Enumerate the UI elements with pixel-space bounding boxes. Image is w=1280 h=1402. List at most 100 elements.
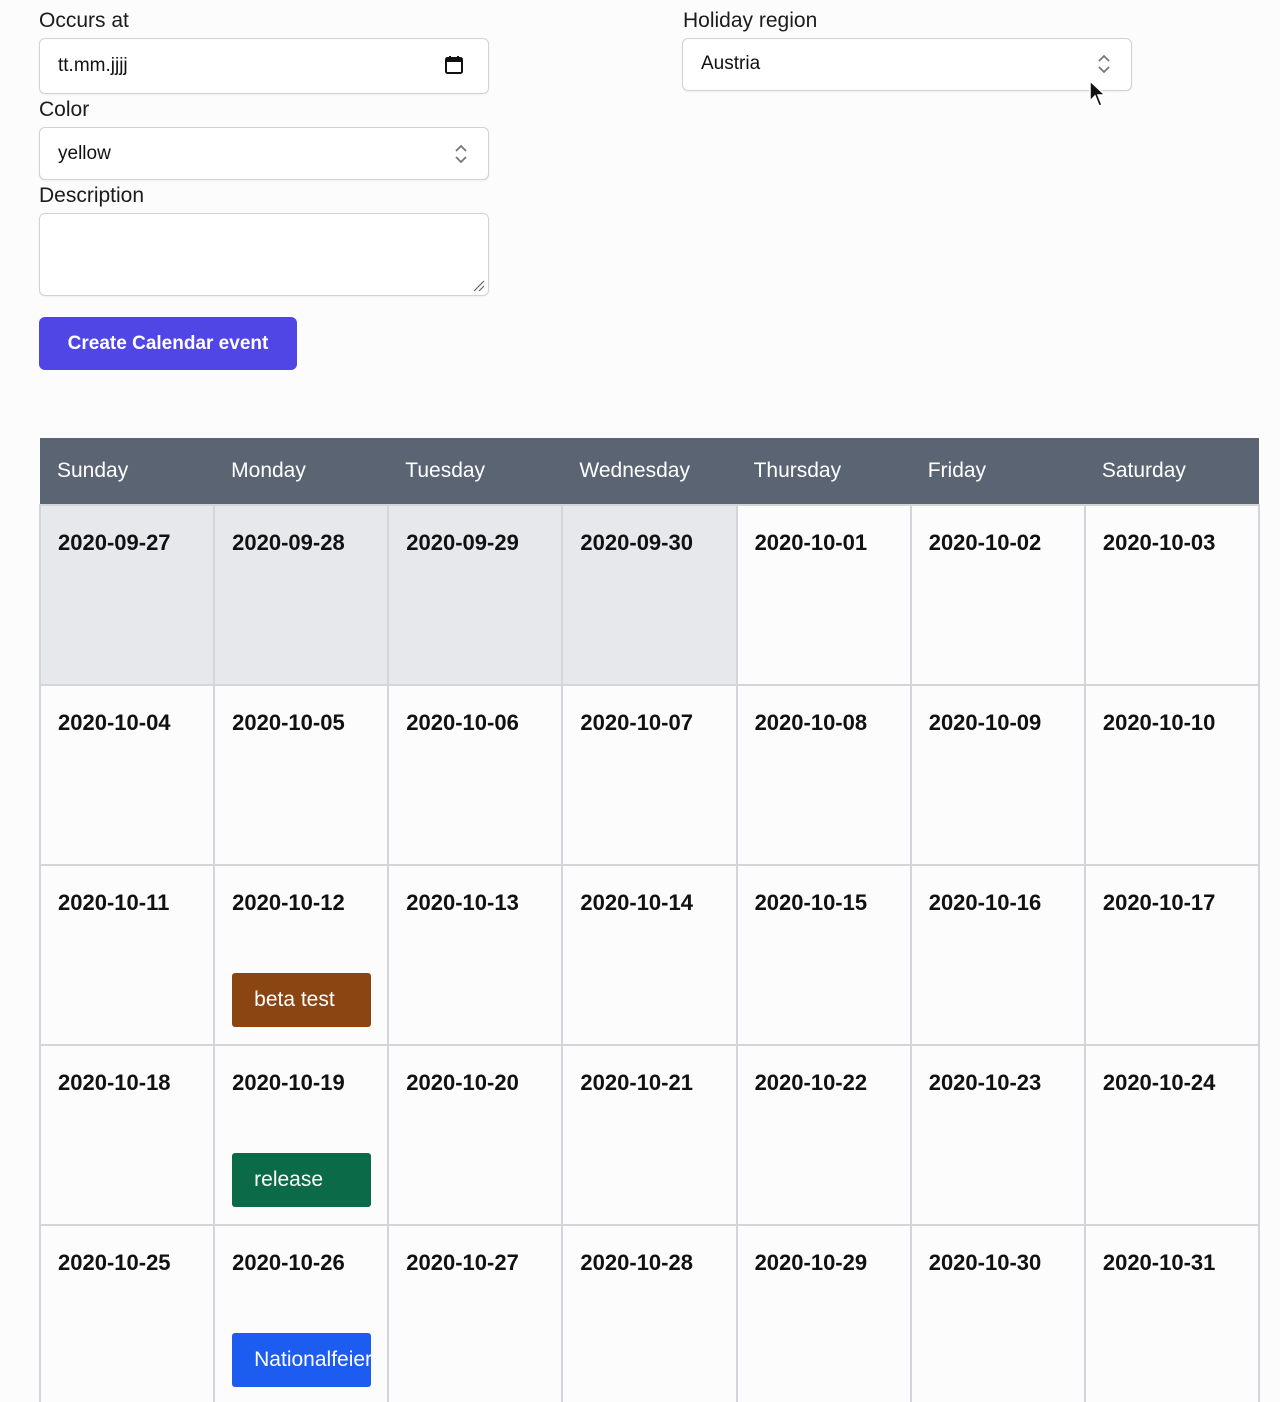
calendar-event[interactable]: release [232, 1153, 372, 1207]
occurs-at-label: Occurs at [39, 9, 129, 32]
calendar-day-cell[interactable]: 2020-10-30 [909, 1224, 1086, 1402]
calendar-day-cell[interactable]: 2020-10-07 [561, 684, 738, 866]
calendar-day-date: 2020-10-10 [1102, 710, 1216, 735]
calendar-day-date: 2020-09-28 [232, 530, 345, 555]
calendar-day-date: 2020-10-28 [580, 1250, 693, 1275]
calendar-day-date: 2020-10-02 [928, 530, 1042, 555]
mouse-cursor-icon [1089, 80, 1107, 107]
calendar-day-date: 2020-10-22 [754, 1070, 868, 1095]
color-select-value: yellow [58, 143, 111, 164]
calendar-day-cell[interactable]: 2020-10-28 [561, 1224, 738, 1402]
calendar-day-cell[interactable]: 2020-10-14 [561, 864, 738, 1046]
calendar-day-date: 2020-10-16 [928, 890, 1042, 915]
calendar-day-cell[interactable]: 2020-10-29 [735, 1224, 912, 1402]
calendar-day-cell[interactable]: 2020-10-02 [909, 504, 1086, 686]
calendar-day-cell[interactable]: 2020-10-26 Nationalfeiertag [213, 1224, 390, 1402]
occurs-at-value: tt.mm.jjjj [58, 55, 128, 76]
calendar-day-date: 2020-10-12 [232, 890, 345, 915]
calendar-day-cell[interactable]: 2020-10-23 [909, 1044, 1086, 1226]
calendar-day-cell[interactable]: 2020-09-27 [39, 504, 216, 686]
calendar-day-cell[interactable]: 2020-10-11 [39, 864, 216, 1046]
calendar-day-date: 2020-10-06 [406, 710, 519, 735]
calendar-day-cell[interactable]: 2020-10-15 [735, 864, 912, 1046]
calendar-table: Sunday Monday Tuesday Wednesday Thursday Frid… [39, 438, 1260, 1402]
calendar-event[interactable]: beta test [232, 973, 372, 1027]
calendar-day-cell[interactable]: 2020-09-28 [213, 504, 390, 686]
calendar-day-date: 2020-10-25 [58, 1250, 171, 1275]
calendar-day-date: 2020-10-14 [580, 890, 693, 915]
select-chevron-icon [455, 144, 467, 164]
calendar-icon[interactable] [444, 55, 464, 75]
calendar-day-date: 2020-09-30 [580, 530, 693, 555]
calendar-day-cell[interactable]: 2020-10-10 [1083, 684, 1260, 866]
calendar-week-row: 2020-10-18 2020-10-19 release 2020-10-20 202… [39, 1044, 1260, 1226]
calendar-day-date: 2020-10-24 [1102, 1070, 1216, 1095]
calendar-day-cell[interactable]: 2020-10-22 [735, 1044, 912, 1226]
calendar-day-cell[interactable]: 2020-10-06 [387, 684, 564, 866]
calendar-day-cell[interactable]: 2020-10-17 [1083, 864, 1260, 1046]
calendar-day-date: 2020-10-09 [928, 710, 1042, 735]
calendar-day-date: 2020-09-29 [406, 530, 519, 555]
weekday-header: Sunday [40, 438, 215, 505]
calendar-week-row: 2020-09-27 2020-09-28 2020-09-29 2020-09-30… [39, 504, 1260, 686]
calendar-week-row: 2020-10-11 2020-10-12 beta test 2020-10-13 2… [39, 864, 1260, 1046]
calendar-day-date: 2020-10-15 [754, 890, 868, 915]
calendar-day-date: 2020-10-03 [1102, 530, 1216, 555]
description-label: Description [39, 184, 145, 207]
calendar-day-date: 2020-10-23 [928, 1070, 1042, 1095]
holiday-region-select[interactable]: Austria [682, 38, 1132, 91]
calendar-day-date: 2020-10-05 [232, 710, 345, 735]
calendar-day-date: 2020-10-20 [406, 1070, 519, 1095]
calendar-day-cell[interactable]: 2020-10-09 [909, 684, 1086, 866]
calendar-day-cell[interactable]: 2020-10-05 [213, 684, 390, 866]
weekday-header: Thursday [736, 438, 911, 505]
weekday-header-row: Sunday Monday Tuesday Wednesday Thursday Frid… [40, 438, 1259, 505]
calendar-day-cell[interactable]: 2020-10-31 [1083, 1224, 1260, 1402]
calendar-day-cell[interactable]: 2020-10-18 [39, 1044, 216, 1226]
calendar-body: 2020-09-27 2020-09-28 2020-09-29 2020-09-30… [39, 504, 1260, 1402]
select-chevron-icon [1098, 54, 1110, 74]
calendar-day-cell[interactable]: 2020-10-08 [735, 684, 912, 866]
calendar-day-cell[interactable]: 2020-10-03 [1083, 504, 1260, 686]
calendar-grid: Sunday Monday Tuesday Wednesday Thursday Frid… [39, 438, 1260, 1402]
calendar-week-row: 2020-10-04 2020-10-05 2020-10-06 2020-10-07… [39, 684, 1260, 866]
calendar-day-cell[interactable]: 2020-10-13 [387, 864, 564, 1046]
calendar-day-date: 2020-10-27 [406, 1250, 519, 1275]
calendar-day-cell[interactable]: 2020-10-12 beta test [213, 864, 390, 1046]
calendar-day-date: 2020-09-27 [58, 530, 171, 555]
calendar-day-cell[interactable]: 2020-10-24 [1083, 1044, 1260, 1226]
create-calendar-event-button[interactable]: Create Calendar event [39, 317, 297, 370]
weekday-header: Saturday [1084, 438, 1259, 505]
calendar-day-date: 2020-10-11 [58, 890, 170, 915]
calendar-day-cell[interactable]: 2020-09-29 [387, 504, 564, 686]
calendar-day-date: 2020-10-01 [754, 530, 868, 555]
calendar-day-date: 2020-10-26 [232, 1250, 345, 1275]
calendar-day-date: 2020-10-19 [232, 1070, 345, 1095]
calendar-day-cell[interactable]: 2020-10-27 [387, 1224, 564, 1402]
calendar-day-cell[interactable]: 2020-10-21 [561, 1044, 738, 1226]
calendar-day-date: 2020-10-18 [58, 1070, 171, 1095]
calendar-day-cell[interactable]: 2020-10-04 [39, 684, 216, 866]
weekday-header: Wednesday [562, 438, 737, 505]
description-textarea[interactable] [39, 213, 489, 296]
resize-handle-icon[interactable] [473, 280, 485, 292]
calendar-day-cell[interactable]: 2020-10-20 [387, 1044, 564, 1226]
calendar-week-row: 2020-10-252020-10-26Nationalfeiertag2020… [39, 1224, 1260, 1402]
holiday-region-label: Holiday region [683, 9, 818, 32]
calendar-day-cell[interactable]: 2020-09-30 [561, 504, 738, 686]
holiday-region-value: Austria [701, 53, 761, 74]
weekday-header: Monday [214, 438, 389, 505]
calendar-day-date: 2020-10-29 [754, 1250, 868, 1275]
calendar-day-cell[interactable]: 2020-10-25 [39, 1224, 216, 1402]
weekday-header: Tuesday [388, 438, 563, 505]
calendar-day-cell[interactable]: 2020-10-01 [735, 504, 912, 686]
weekday-header: Friday [910, 438, 1085, 505]
calendar-day-cell[interactable]: 2020-10-19 release [213, 1044, 390, 1226]
calendar-day-cell[interactable]: 2020-10-16 [909, 864, 1086, 1046]
color-label: Color [39, 98, 90, 121]
calendar-day-date: 2020-10-08 [754, 710, 868, 735]
color-select[interactable]: yellow [39, 127, 489, 180]
occurs-at-date-input[interactable]: tt.mm.jjjj [39, 38, 489, 94]
calendar-event[interactable]: Nationalfeiertag [232, 1333, 372, 1387]
calendar-day-date: 2020-10-30 [928, 1250, 1042, 1275]
